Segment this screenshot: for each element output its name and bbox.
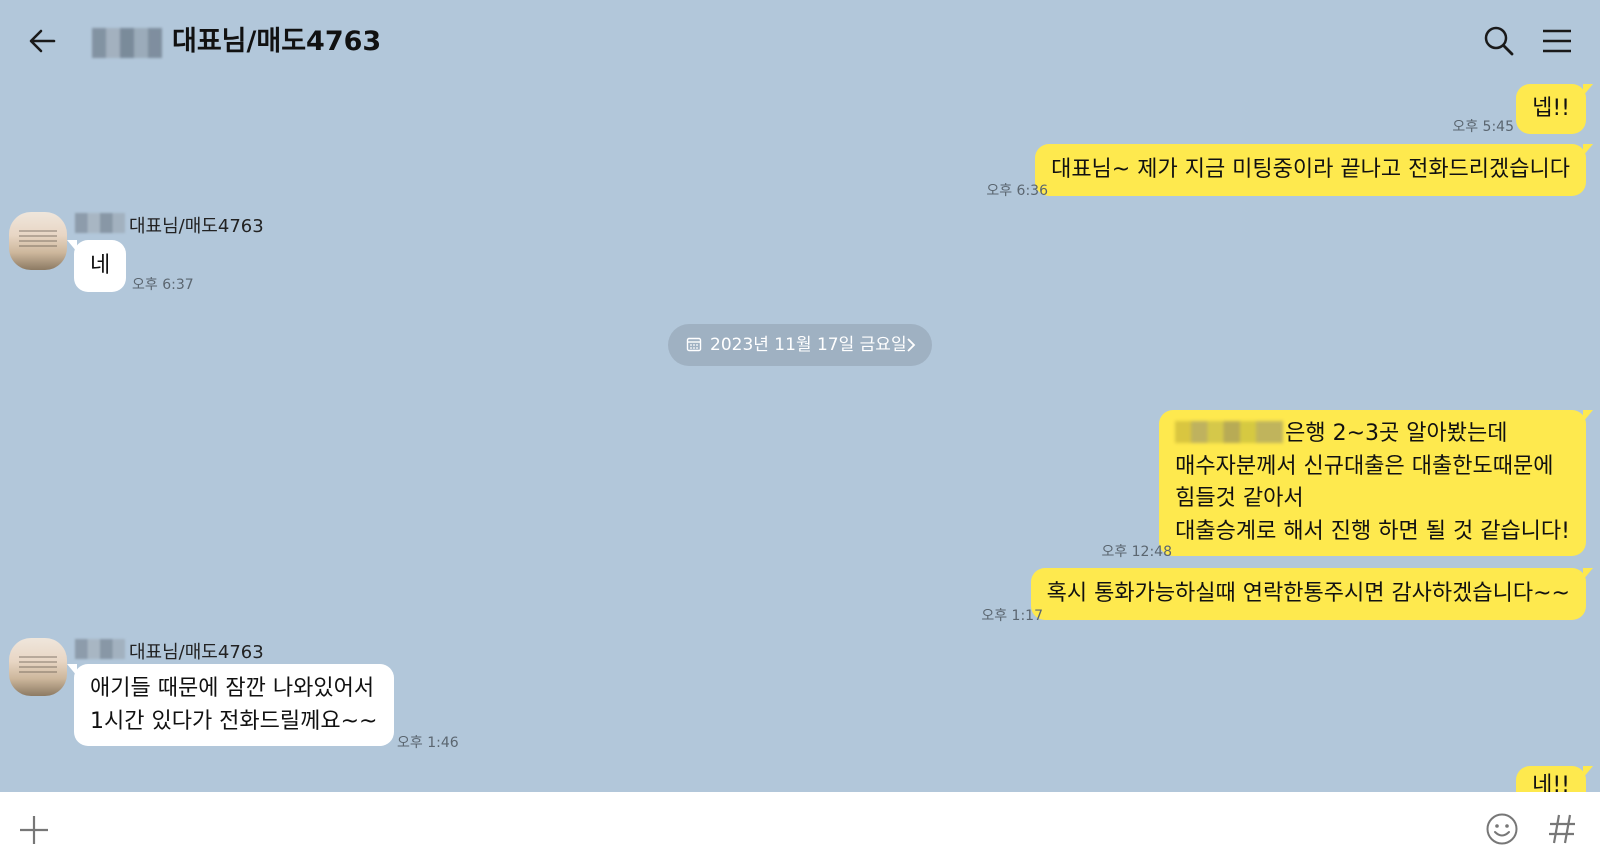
menu-icon bbox=[1543, 29, 1571, 53]
message-line: 매수자분께서 신규대출은 대출한도때문에 bbox=[1175, 453, 1554, 479]
calendar-icon bbox=[686, 337, 702, 352]
message-time: 오후 1:46 bbox=[397, 735, 459, 751]
message-line: 힘들것 같아서 bbox=[1175, 486, 1304, 511]
redacted-bank-name bbox=[1175, 421, 1284, 443]
search-icon bbox=[1484, 26, 1514, 56]
message-line: 대출승계로 해서 진행 하면 될 것 같습니다! bbox=[1175, 518, 1570, 544]
date-divider-text: 2023년 11월 17일 금요일 bbox=[710, 335, 907, 355]
my-message-bubble[interactable]: 넵!! bbox=[1516, 84, 1593, 134]
back-arrow-icon bbox=[29, 29, 56, 53]
message-time: 오후 12:48 bbox=[1101, 544, 1172, 560]
emoji-icon bbox=[1486, 813, 1518, 845]
their-message-bubble[interactable]: 네 bbox=[66, 240, 127, 292]
message-time: 오후 1:17 bbox=[981, 608, 1043, 624]
message-time: 오후 5:45 bbox=[1452, 119, 1514, 135]
hashtag-icon bbox=[1549, 814, 1575, 844]
back-button[interactable] bbox=[26, 24, 60, 58]
my-message-bubble[interactable]: 은행 2~3곳 알아봤는데 매수자분께서 신규대출은 대출한도때문에 힘들것 같… bbox=[1159, 410, 1593, 556]
their-message-bubble[interactable]: 애기들 때문에 잠깐 나와있어서 1시간 있다가 전화드릴께요~~ bbox=[67, 664, 394, 746]
message-time: 오후 6:37 bbox=[132, 277, 194, 293]
message-text: 넵!! bbox=[1532, 96, 1570, 121]
hashtag-button[interactable] bbox=[1547, 812, 1577, 846]
sender-name: 대표님/매도4763 bbox=[129, 642, 264, 663]
date-divider[interactable]: 2023년 11월 17일 금요일 bbox=[668, 324, 932, 366]
avatar[interactable] bbox=[9, 212, 67, 270]
sender-redacted-name bbox=[75, 213, 125, 233]
chat-title: 대표님/매도4763 bbox=[172, 26, 382, 57]
message-input-bar[interactable] bbox=[0, 792, 1600, 864]
sender-name: 대표님/매도4763 bbox=[129, 216, 264, 237]
message-text: 혹시 통화가능하실때 연락한통주시면 감사하겠습니다~~ bbox=[1046, 581, 1570, 606]
attach-button[interactable] bbox=[18, 814, 50, 846]
chevron-right-icon bbox=[907, 338, 916, 352]
message-text: 네 bbox=[90, 253, 111, 278]
emoji-button[interactable] bbox=[1485, 812, 1519, 846]
message-time: 오후 6:36 bbox=[986, 183, 1048, 199]
my-message-bubble[interactable]: 혹시 통화가능하실때 연락한통주시면 감사하겠습니다~~ bbox=[1030, 568, 1594, 620]
message-text: 대표님~ 제가 지금 미팅중이라 끝나고 전화드리겠습니다 bbox=[1051, 157, 1570, 182]
title-redacted-name bbox=[92, 28, 162, 58]
avatar[interactable] bbox=[9, 638, 67, 696]
message-line: 은행 2~3곳 알아봤는데 bbox=[1175, 418, 1570, 451]
menu-button[interactable] bbox=[1540, 26, 1574, 56]
sender-redacted-name bbox=[75, 639, 125, 659]
search-button[interactable] bbox=[1482, 24, 1516, 58]
my-message-bubble[interactable]: 대표님~ 제가 지금 미팅중이라 끝나고 전화드리겠습니다 bbox=[1035, 144, 1593, 196]
message-line: 1시간 있다가 전화드릴께요~~ bbox=[90, 709, 378, 734]
plus-icon bbox=[20, 816, 48, 844]
message-line: 애기들 때문에 잠깐 나와있어서 bbox=[90, 676, 375, 701]
